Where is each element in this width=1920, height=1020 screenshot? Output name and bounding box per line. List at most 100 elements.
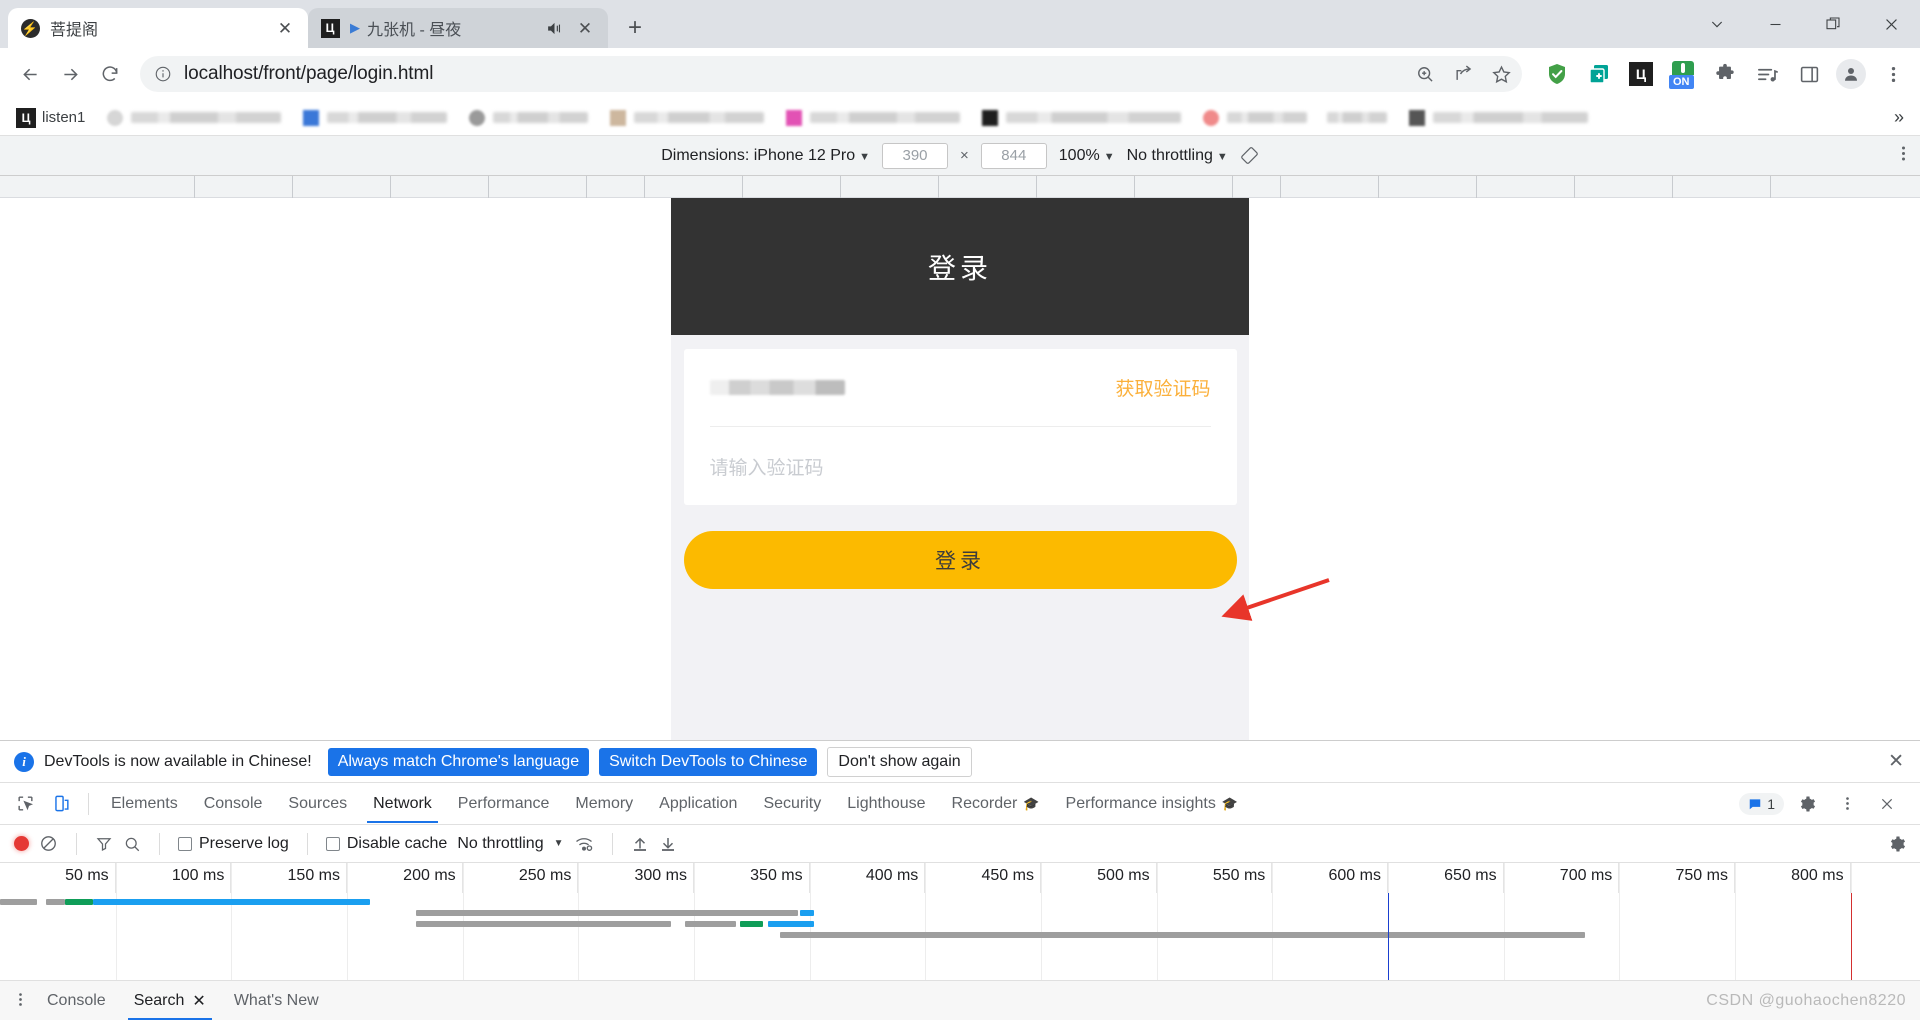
gear-icon[interactable]	[1790, 787, 1824, 821]
close-icon[interactable]: ✕	[274, 17, 296, 39]
message-count: 1	[1767, 795, 1775, 812]
bookmark-item[interactable]	[295, 106, 453, 130]
login-button[interactable]: 登录	[683, 531, 1237, 589]
adblock-shield-icon[interactable]	[1542, 59, 1572, 89]
bookmark-item[interactable]	[778, 106, 966, 130]
bookmark-item[interactable]	[1321, 110, 1393, 125]
new-tab-button[interactable]: +	[618, 11, 652, 45]
verification-code-field-row[interactable]: 请输入验证码	[710, 427, 1211, 505]
device-height-input[interactable]: 844	[980, 142, 1047, 169]
network-conditions-icon[interactable]	[574, 834, 594, 854]
record-button[interactable]	[14, 836, 29, 851]
close-devtools-icon[interactable]	[1870, 787, 1904, 821]
chevron-down-icon[interactable]: ▼	[554, 838, 564, 849]
devtools-tab-bar: Elements Console Sources Network Perform…	[0, 783, 1920, 825]
always-match-language-button[interactable]: Always match Chrome's language	[327, 747, 590, 776]
toggle-device-toolbar-icon[interactable]	[44, 787, 78, 821]
profile-avatar-icon[interactable]	[1836, 59, 1866, 89]
message-count-badge[interactable]: 1	[1739, 792, 1784, 815]
bookmarks-overflow-icon[interactable]: »	[1894, 107, 1910, 128]
device-dimensions-select[interactable]: Dimensions: iPhone 12 Pro ▼	[661, 147, 870, 165]
network-settings-gear-icon[interactable]	[1888, 835, 1906, 853]
bookmark-item[interactable]	[974, 106, 1187, 130]
bookmark-item[interactable]	[461, 106, 594, 130]
bookmark-item[interactable]	[99, 106, 287, 130]
share-icon[interactable]	[1453, 64, 1473, 84]
get-verification-code-button[interactable]: 获取验证码	[1115, 374, 1210, 401]
browser-tab-active[interactable]: ⚡ 菩提阁 ✕	[8, 8, 308, 48]
preserve-log-checkbox[interactable]: Preserve log	[178, 835, 289, 853]
device-zoom-select[interactable]: 100% ▼	[1059, 147, 1115, 165]
device-width-input[interactable]: 390	[882, 142, 949, 169]
listen-dark-icon: Ц	[16, 107, 36, 128]
divider	[88, 792, 89, 815]
experiment-flask-icon: 🎓	[1221, 795, 1239, 811]
tab-lighthouse[interactable]: Lighthouse	[835, 786, 937, 822]
filter-icon[interactable]	[95, 835, 113, 853]
drawer-tab-whats-new[interactable]: What's New	[222, 984, 331, 1018]
export-har-icon[interactable]	[659, 835, 677, 853]
close-icon[interactable]	[1862, 0, 1920, 48]
minimize-icon[interactable]	[1746, 0, 1804, 48]
playlist-icon[interactable]	[1752, 59, 1782, 89]
inspect-element-icon[interactable]	[8, 787, 42, 821]
waterfall-bar	[46, 899, 65, 905]
tab-performance[interactable]: Performance	[446, 786, 562, 822]
tab-security[interactable]: Security	[751, 786, 833, 822]
tab-application[interactable]: Application	[647, 786, 749, 822]
tab-network[interactable]: Network	[361, 786, 444, 823]
rotate-icon[interactable]	[1240, 146, 1259, 165]
more-vertical-icon[interactable]	[1830, 787, 1864, 821]
tab-sources[interactable]: Sources	[276, 786, 359, 822]
forward-arrow-icon[interactable]	[52, 56, 88, 92]
tab-search-icon[interactable]	[1688, 0, 1746, 48]
audio-speaker-icon[interactable]	[546, 20, 566, 37]
more-vertical-icon[interactable]	[1901, 144, 1906, 168]
browser-tab-inactive[interactable]: Ц ▶ 九张机 - 昼夜 ✕	[308, 8, 608, 48]
favicon-icon	[784, 108, 804, 128]
bookmark-item[interactable]	[1195, 106, 1313, 130]
device-throttling-select[interactable]: No throttling ▼	[1127, 147, 1228, 165]
clear-icon[interactable]	[39, 834, 58, 853]
phone-input[interactable]	[709, 380, 845, 395]
network-throttling-select[interactable]: No throttling	[457, 835, 543, 853]
bookmark-item[interactable]	[602, 106, 770, 130]
tab-console[interactable]: Console	[192, 786, 275, 822]
address-bar[interactable]: localhost/front/page/login.html	[140, 56, 1522, 92]
timeline-tick-labels: 50 ms 100 ms 150 ms 200 ms 250 ms 300 ms 350 m…	[0, 863, 1920, 893]
listen-dark-icon[interactable]: Ц	[1626, 59, 1656, 89]
close-icon[interactable]: ✕	[574, 17, 596, 39]
close-icon[interactable]: ✕	[192, 991, 205, 1011]
side-panel-icon[interactable]	[1794, 59, 1824, 89]
bookmark-label-blurred	[327, 112, 448, 123]
dont-show-again-button[interactable]: Don't show again	[827, 746, 972, 777]
chrome-menu-icon[interactable]	[1878, 59, 1908, 89]
vpn-on-icon[interactable]: ON	[1668, 59, 1698, 89]
disable-cache-checkbox[interactable]: Disable cache	[325, 835, 447, 853]
back-arrow-icon[interactable]	[12, 56, 48, 92]
bookmark-item[interactable]	[1401, 106, 1594, 130]
import-har-icon[interactable]	[631, 835, 649, 853]
reload-icon[interactable]	[92, 56, 128, 92]
drawer-tab-search[interactable]: Search ✕	[122, 983, 218, 1020]
waterfall-bar	[0, 899, 37, 905]
search-icon[interactable]	[123, 835, 141, 853]
tab-elements[interactable]: Elements	[99, 786, 190, 822]
switch-devtools-to-chinese-button[interactable]: Switch DevTools to Chinese	[599, 747, 818, 776]
drawer-more-icon[interactable]	[10, 991, 31, 1011]
tab-performance-insights[interactable]: Performance insights 🎓	[1054, 786, 1250, 822]
tab-recorder[interactable]: Recorder 🎓	[940, 786, 1052, 822]
zoom-icon[interactable]	[1415, 64, 1435, 84]
bookmark-star-icon[interactable]	[1491, 64, 1512, 85]
info-circle-icon[interactable]	[154, 65, 176, 83]
tab-manager-icon[interactable]	[1584, 59, 1614, 89]
network-waterfall-timeline[interactable]: 50 ms 100 ms 150 ms 200 ms 250 ms 300 ms 350 m…	[0, 863, 1920, 980]
bookmark-listen1[interactable]: Ц listen1	[10, 106, 91, 130]
puzzle-icon[interactable]	[1710, 59, 1740, 89]
verification-code-input[interactable]: 请输入验证码	[710, 453, 824, 480]
close-icon[interactable]: ✕	[1888, 750, 1904, 773]
drawer-tab-console[interactable]: Console	[35, 984, 118, 1018]
maximize-icon[interactable]	[1804, 0, 1862, 48]
timeline-gridline	[1619, 863, 1621, 980]
tab-memory[interactable]: Memory	[563, 786, 645, 822]
